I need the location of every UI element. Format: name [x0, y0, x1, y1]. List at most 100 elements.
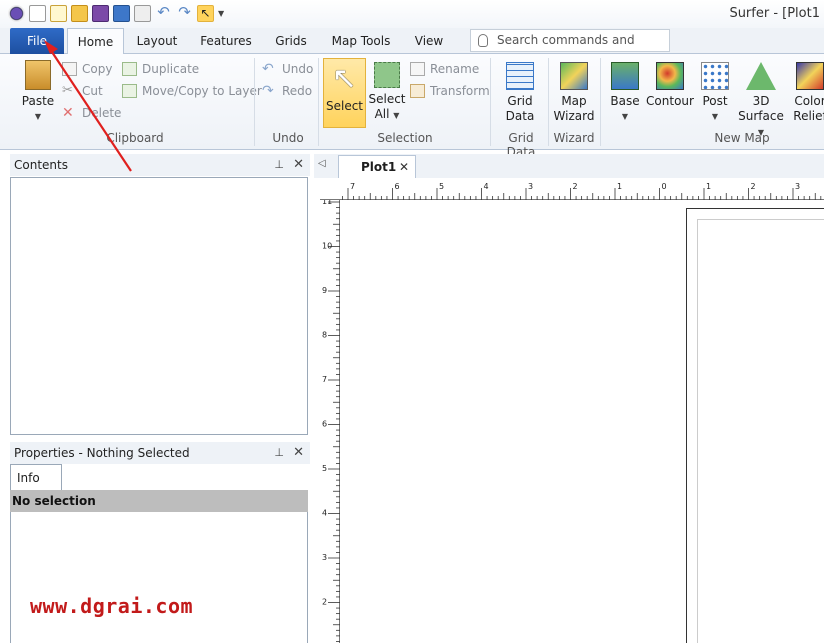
close-icon[interactable]: ✕	[293, 442, 304, 464]
delete-label: Delete	[82, 106, 122, 120]
horizontal-ruler: 7 6 5 4 3 2 1 0 1 2 3	[320, 180, 824, 200]
search-commands-input[interactable]: Search commands and Help...	[470, 29, 670, 68]
scroll-tabs-left-icon[interactable]: ◁	[318, 158, 326, 169]
paste-label: Paste	[21, 94, 55, 108]
rename-button[interactable]: Rename	[410, 60, 479, 78]
paste-button[interactable]: Paste ▼	[18, 60, 58, 124]
duplicate-button[interactable]: Duplicate	[122, 60, 199, 78]
app-title: Surfer - [Plot1	[729, 6, 820, 21]
delete-x-icon: ✕	[62, 105, 74, 121]
customize-qat-icon[interactable]: ▼	[218, 5, 224, 22]
transform-label: Transform	[430, 84, 490, 98]
ruler-label: 5	[439, 182, 444, 191]
transform-button[interactable]: Transform	[410, 82, 490, 100]
tab-map-tools[interactable]: Map Tools	[324, 28, 398, 54]
clipboard-group-label: Clipboard	[106, 131, 164, 145]
grid-data-label-2: Data	[505, 109, 535, 123]
select-all-icon	[374, 62, 400, 88]
base-map-label: Base	[610, 94, 640, 108]
watermark-text: www.dgrai.com	[30, 594, 194, 618]
3d-surface-label-2: Surface	[738, 109, 784, 123]
tab-layout[interactable]: Layout	[128, 28, 186, 54]
contour-map-icon	[656, 62, 684, 90]
print-icon[interactable]	[134, 5, 151, 22]
select-cursor-icon[interactable]: ↖	[197, 5, 214, 22]
page-margin	[697, 219, 824, 643]
tab-file[interactable]: File	[10, 28, 64, 54]
import-icon[interactable]	[113, 5, 130, 22]
selection-group-label: Selection	[377, 131, 433, 145]
redo-icon[interactable]: ↷	[176, 5, 193, 22]
ribbon-tab-row: File Home Layout Features Grids Map Tool…	[0, 28, 824, 55]
save-icon[interactable]	[92, 5, 109, 22]
open-folder-icon[interactable]	[71, 5, 88, 22]
tab-view[interactable]: View	[406, 28, 452, 54]
vertical-ruler: 11 10 9 8 7 6 5 4 3 2	[320, 197, 340, 643]
contour-map-button[interactable]: Contour	[646, 62, 694, 109]
separator	[600, 58, 601, 146]
redo-label: Redo	[282, 84, 313, 98]
ruler-label: 3	[795, 182, 800, 191]
close-icon[interactable]: ✕	[293, 154, 304, 176]
tab-home[interactable]: Home	[67, 28, 124, 55]
move-copy-icon	[122, 84, 137, 98]
post-dropdown-icon: ▼	[711, 112, 719, 121]
tab-features[interactable]: Features	[195, 28, 257, 54]
undo-button[interactable]: ↶ Undo	[262, 60, 313, 78]
pin-icon[interactable]: ⊥	[274, 154, 284, 176]
select-all-dropdown-icon: ▼	[393, 111, 400, 120]
ruler-label: 4	[484, 182, 489, 191]
tab-info[interactable]: Info	[10, 464, 62, 490]
ruler-label: 10	[322, 242, 332, 251]
cut-label: Cut	[82, 84, 103, 98]
new-icon[interactable]	[29, 5, 46, 22]
select-arrow-icon: ↖	[331, 61, 358, 96]
select-button[interactable]: ↖ Select	[323, 58, 366, 128]
post-map-icon	[701, 62, 729, 90]
redo-arrow-icon: ↷	[262, 83, 274, 99]
select-all-label-1: Select	[368, 92, 406, 106]
app-menu-icon[interactable]	[8, 5, 25, 22]
move-copy-label: Move/Copy to Layer	[142, 84, 262, 98]
base-map-button[interactable]: Base ▼	[606, 62, 644, 124]
contents-panel-header: Contents ⊥ ✕	[10, 154, 310, 176]
horizontal-ruler-ticks: 7 6 5 4 3 2 1 0 1 2 3	[342, 182, 822, 200]
no-selection-label: No selection	[10, 490, 308, 512]
close-icon[interactable]: ✕	[399, 156, 409, 178]
contents-title: Contents	[14, 158, 68, 172]
select-all-button[interactable]: Select All ▼	[368, 62, 406, 123]
rename-icon	[410, 62, 425, 76]
new-plot-icon[interactable]	[50, 5, 67, 22]
map-wizard-button[interactable]: Map Wizard	[552, 62, 596, 124]
ruler-label: 8	[322, 331, 327, 340]
duplicate-label: Duplicate	[142, 62, 200, 76]
undo-group-label: Undo	[272, 131, 304, 145]
color-relief-button[interactable]: Color Relief	[788, 62, 824, 124]
tab-plot1[interactable]: Plot1 ✕	[338, 155, 416, 178]
copy-icon	[62, 62, 77, 76]
grid-data-button[interactable]: Grid Data	[498, 62, 542, 124]
properties-body	[10, 512, 308, 643]
tab-grids[interactable]: Grids	[266, 28, 316, 54]
pin-icon[interactable]: ⊥	[274, 442, 284, 464]
move-copy-layer-button[interactable]: Move/Copy to Layer	[122, 82, 262, 100]
redo-button[interactable]: ↷ Redo	[262, 82, 312, 100]
3d-surface-button[interactable]: 3D Surface ▼	[736, 62, 786, 140]
undo-icon[interactable]: ↶	[155, 5, 172, 22]
clipboard-icon	[25, 60, 51, 90]
ruler-label: 1	[706, 182, 711, 191]
cut-button[interactable]: ✂ Cut	[62, 82, 103, 100]
ruler-label: 2	[322, 598, 327, 607]
map-wizard-label-1: Map	[561, 94, 587, 108]
post-map-button[interactable]: Post ▼	[696, 62, 734, 124]
wizard-group-label: Wizard	[553, 131, 595, 145]
contents-tree[interactable]	[10, 177, 308, 435]
separator	[490, 58, 491, 146]
ruler-label: 3	[322, 553, 327, 562]
copy-button[interactable]: Copy	[62, 60, 112, 78]
3d-surface-label-1: 3D	[752, 94, 770, 108]
ruler-label: 6	[395, 182, 400, 191]
map-wizard-icon	[560, 62, 588, 90]
paste-dropdown-icon: ▼	[34, 112, 42, 121]
delete-button[interactable]: ✕ Delete	[62, 104, 121, 122]
